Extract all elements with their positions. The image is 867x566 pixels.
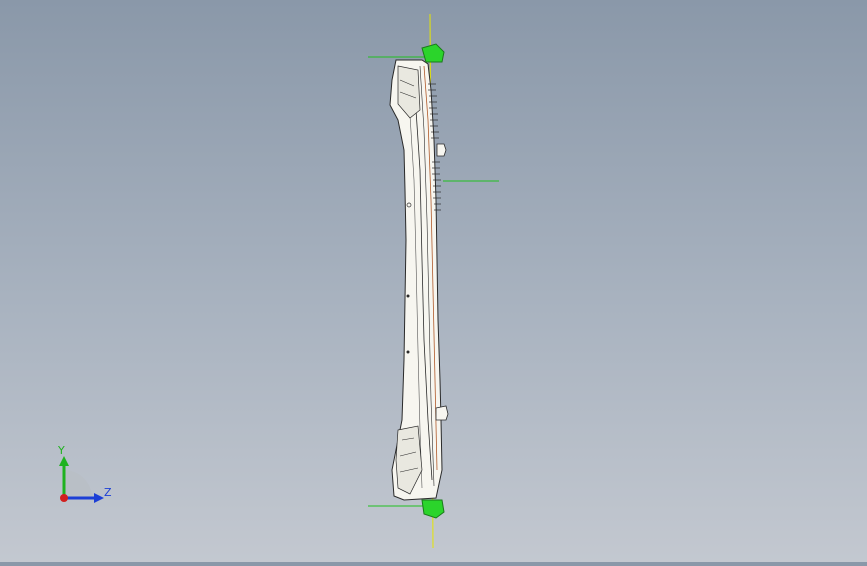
triad-y-arrow-icon xyxy=(59,456,69,466)
triad-z-arrow-icon xyxy=(94,493,104,503)
orientation-triad: Y Z xyxy=(48,440,118,510)
part-body[interactable] xyxy=(389,59,449,501)
triad-y-label: Y xyxy=(57,444,65,457)
triad-z-label: Z xyxy=(104,486,112,499)
graphics-viewport[interactable] xyxy=(0,0,867,562)
model-canvas[interactable] xyxy=(0,0,867,562)
triad-xy-plane-icon xyxy=(64,470,92,498)
end-cap-bottom[interactable] xyxy=(421,499,445,519)
triad-x-axis-dot xyxy=(60,494,68,502)
end-cap-top[interactable] xyxy=(421,43,445,63)
